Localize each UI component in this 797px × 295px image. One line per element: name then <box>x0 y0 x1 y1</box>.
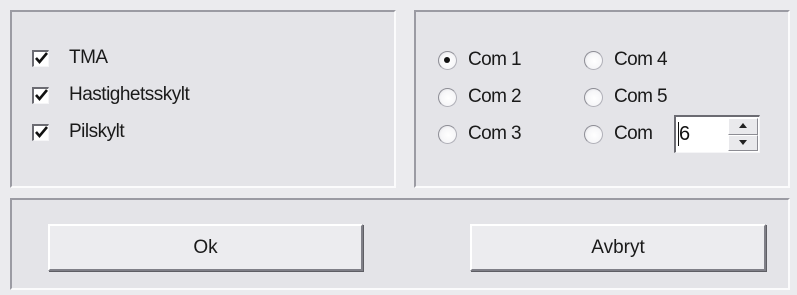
checkbox-label: TMA <box>69 47 108 68</box>
radio-button[interactable] <box>438 124 457 144</box>
ok-button[interactable]: Ok <box>48 224 363 271</box>
radio-button[interactable] <box>584 87 603 107</box>
checkbox-box[interactable] <box>32 49 49 67</box>
radio-button[interactable] <box>438 50 457 70</box>
checkmark-icon <box>35 51 48 64</box>
arrow-down-icon <box>739 139 747 145</box>
checkbox-pilskylt[interactable]: Pilskylt <box>32 119 125 145</box>
cancel-button[interactable]: Avbryt <box>470 224 766 271</box>
radio-label: Com 1 <box>468 49 522 70</box>
radio-com-2[interactable]: Com 2 <box>438 84 522 110</box>
spin-down-button[interactable] <box>728 134 758 151</box>
radio-label: Com 3 <box>468 123 522 144</box>
radio-com-4[interactable]: Com 4 <box>584 47 668 73</box>
radio-button[interactable] <box>438 87 457 107</box>
radio-com-1[interactable]: Com 1 <box>438 47 522 73</box>
radio-label: Com 2 <box>468 86 522 107</box>
button-bar: Ok Avbryt <box>10 198 790 290</box>
radio-com-3[interactable]: Com 3 <box>438 121 522 147</box>
radio-button[interactable] <box>584 124 603 144</box>
radio-label: Com 5 <box>614 86 668 107</box>
checkbox-tma[interactable]: TMA <box>32 45 108 71</box>
com-port-spinner[interactable]: 6 <box>674 115 760 153</box>
checkbox-box[interactable] <box>32 86 49 104</box>
radio-label: Com 4 <box>614 49 668 70</box>
radio-com-5[interactable]: Com 5 <box>584 84 668 110</box>
radio-button[interactable] <box>584 50 603 70</box>
spin-up-button[interactable] <box>728 118 758 135</box>
com-port-group: Com 1 Com 2 Com 3 Com 4 Com 5 Com 6 <box>414 10 790 188</box>
options-group: TMA Hastighetsskylt Pilskylt <box>10 10 396 188</box>
checkbox-label: Hastighetsskylt <box>69 84 190 105</box>
checkbox-hastighetsskylt[interactable]: Hastighetsskylt <box>32 82 190 108</box>
radio-com-custom[interactable]: Com <box>584 121 653 147</box>
checkbox-label: Pilskylt <box>69 121 125 142</box>
arrow-up-icon <box>739 123 747 128</box>
spinner-buttons <box>728 118 758 151</box>
checkbox-box[interactable] <box>32 123 49 141</box>
checkmark-icon <box>35 88 48 101</box>
radio-selected-dot <box>444 56 450 63</box>
radio-label: Com <box>614 123 653 144</box>
com-port-number-input[interactable]: 6 <box>679 123 690 146</box>
checkmark-icon <box>35 125 48 138</box>
